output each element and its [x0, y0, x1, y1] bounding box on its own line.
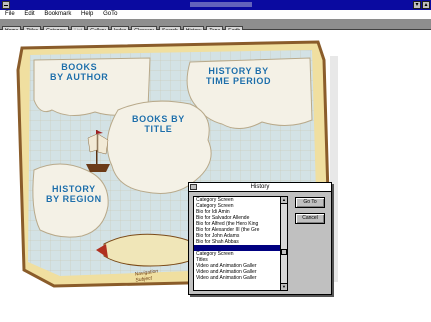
dialog-title: History — [250, 184, 270, 190]
history-by-time-period-link[interactable]: HISTORY BY TIME PERIOD — [206, 66, 271, 86]
menu-bar: File Edit Bookmark Help GoTo — [0, 10, 431, 19]
scroll-up-arrow-icon[interactable]: ▲ — [281, 197, 287, 204]
goto-button[interactable]: Go To — [295, 197, 325, 208]
menu-goto[interactable]: GoTo — [103, 11, 117, 17]
maximize-button[interactable]: ▴ — [422, 1, 430, 9]
minimize-button[interactable]: ▾ — [413, 1, 421, 9]
dialog-title-bar: History — [189, 183, 331, 192]
history-dialog: History Category Screen Category Screen … — [188, 182, 332, 295]
books-by-author-link[interactable]: BOOKS BY AUTHOR — [50, 62, 108, 82]
history-by-region-link[interactable]: HISTORY BY REGION — [46, 184, 102, 204]
title-bar: ▾ ▴ — [0, 0, 431, 10]
list-item[interactable]: Video and Animation Galler — [194, 275, 280, 281]
list-scrollbar[interactable]: ▲ ▼ — [281, 196, 288, 291]
history-list[interactable]: Category Screen Category Screen Bio for … — [193, 196, 281, 291]
toolbar: HomeTitlesCategoryListGalleryIndexGlossa… — [0, 19, 431, 34]
scroll-down-arrow-icon[interactable]: ▼ — [281, 283, 287, 290]
dialog-system-menu-icon[interactable] — [190, 184, 197, 190]
menu-file[interactable]: File — [5, 11, 15, 17]
books-by-title-link[interactable]: BOOKS BY TITLE — [132, 114, 185, 134]
menu-edit[interactable]: Edit — [24, 11, 34, 17]
menu-help[interactable]: Help — [81, 11, 93, 17]
window-title — [0, 0, 431, 10]
menu-bookmark[interactable]: Bookmark — [44, 11, 71, 17]
scroll-thumb[interactable] — [281, 249, 287, 255]
cancel-button[interactable]: Cancel — [295, 213, 325, 224]
